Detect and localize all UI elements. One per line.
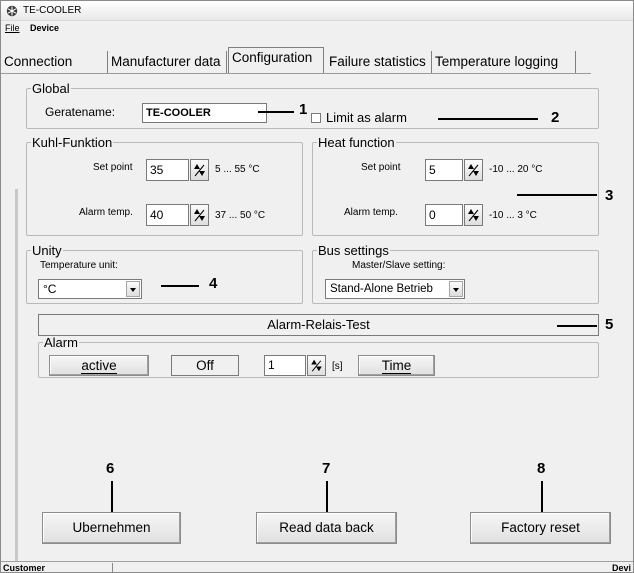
callout-7: 7 [322,460,331,477]
alarm-duration-spinner[interactable] [307,355,326,376]
heating-legend: Heat function [318,135,395,150]
read-data-back-button[interactable]: Read data back [256,512,397,544]
spin-arrows-icon [468,209,479,222]
menu-device[interactable]: Device [30,23,59,33]
master-slave-label: Master/Slave setting: [352,260,446,271]
status-separator [112,563,113,572]
master-slave-select[interactable]: Stand-Alone Betrieb [325,279,465,299]
alarm-state-display: Off [171,355,239,376]
main-window: TE-COOLER File Device Connection Manufac… [0,0,634,573]
callout-line-7 [326,481,328,512]
alarm-time-button[interactable]: Time [358,355,435,376]
unity-legend: Unity [32,243,62,258]
callout-line-3 [517,194,597,196]
alarm-time-label: Time [381,358,412,374]
cooling-alarm-input[interactable]: 40 [146,204,189,226]
tab-configuration[interactable]: Configuration [228,47,324,73]
heating-setpoint-range: -10 ... 20 °C [489,164,543,175]
callout-line-8 [541,481,543,512]
callout-line-2 [438,118,538,120]
cooling-alarm-spinner[interactable] [190,204,209,226]
alarm-duration-input[interactable]: 1 [264,355,306,376]
apply-button[interactable]: Ubernehmen [42,512,181,544]
cooling-legend: Kuhl-Funktion [32,135,113,150]
cooling-setpoint-spinner[interactable] [190,159,209,181]
spin-arrows-icon [194,209,205,222]
factory-reset-button[interactable]: Factory reset [470,512,611,544]
cooling-alarm-range: 37 ... 50 °C [215,210,266,221]
snowflake-icon [6,5,18,17]
heating-alarm-input[interactable]: 0 [425,204,463,226]
alarm-relay-test-button[interactable]: Alarm-Relais-Test [38,314,599,336]
spin-arrows-icon [468,164,479,177]
tab-connection[interactable]: Connection [1,51,108,73]
heating-setpoint-input[interactable]: 5 [425,159,463,181]
status-device: Devi [611,563,631,573]
title-bar: TE-COOLER [1,1,633,21]
callout-2: 2 [551,109,560,126]
callout-line-1 [258,111,294,113]
chevron-down-icon[interactable] [449,281,463,297]
bus-settings-legend: Bus settings [318,243,389,258]
menu-file[interactable]: File [5,23,20,33]
device-name-label: Geratename: [45,105,116,119]
tab-failure-statistics[interactable]: Failure statistics [326,51,432,73]
heating-alarm-label: Alarm temp. [344,207,398,218]
limit-as-alarm-checkbox[interactable] [311,113,321,123]
left-edge-scrollbar[interactable] [15,189,18,561]
chevron-down-icon[interactable] [126,281,140,297]
alarm-duration-unit: [s] [332,361,343,372]
device-name-input[interactable]: TE-COOLER [142,103,267,123]
callout-line-4 [161,285,199,287]
cooling-setpoint-range: 5 ... 55 °C [215,164,260,175]
temperature-unit-label: Temperature unit: [40,260,118,271]
callout-1: 1 [299,101,308,118]
tab-manufacturer-data[interactable]: Manufacturer data [108,51,227,73]
window-title: TE-COOLER [23,5,82,16]
cooling-alarm-label: Alarm temp. [79,207,133,218]
global-legend: Global [32,81,70,96]
spin-arrows-icon [311,359,322,372]
alarm-legend: Alarm [44,335,78,350]
callout-5: 5 [605,316,614,333]
status-customer: Customer [3,563,46,573]
tab-temperature-logging[interactable]: Temperature logging [432,51,576,73]
status-bar: Customer Devi [1,561,633,573]
alarm-active-button[interactable]: active [49,355,149,376]
callout-line-6 [111,481,113,512]
temperature-unit-select[interactable]: °C [38,279,142,299]
callout-line-5 [557,325,597,327]
heating-setpoint-spinner[interactable] [464,159,483,181]
cooling-setpoint-label: Set point [93,162,133,173]
limit-as-alarm-label: Limit as alarm [326,110,407,125]
menu-bar: File Device [1,22,633,35]
callout-8: 8 [537,460,546,477]
heating-setpoint-label: Set point [361,162,401,173]
callout-6: 6 [106,460,115,477]
master-slave-value: Stand-Alone Betrieb [330,283,433,295]
heating-alarm-range: -10 ... 3 °C [489,210,537,221]
callout-4: 4 [209,275,218,292]
configuration-panel: Global Geratename: TE-COOLER Limit as al… [19,74,616,561]
tab-strip: Connection Manufacturer data Configurati… [1,36,633,74]
heating-alarm-spinner[interactable] [464,204,483,226]
cooling-setpoint-input[interactable]: 35 [146,159,189,181]
callout-3: 3 [605,187,614,204]
temperature-unit-value: °C [43,282,57,296]
spin-arrows-icon [194,164,205,177]
alarm-active-label: active [81,358,117,374]
